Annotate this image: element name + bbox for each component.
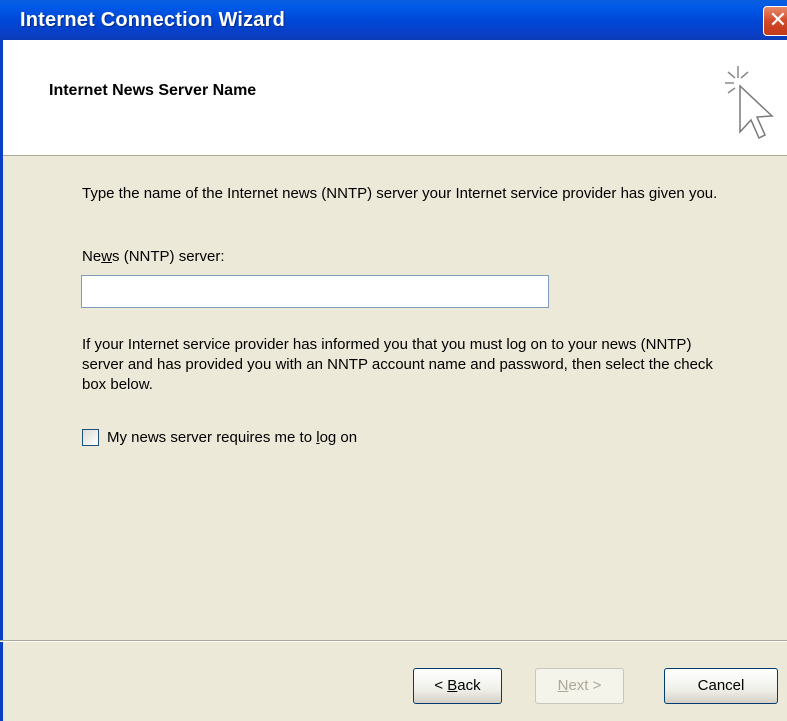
news-server-input[interactable] [81, 275, 549, 308]
back-button[interactable]: < Back [413, 668, 502, 704]
intro-text: Type the name of the Internet news (NNTP… [82, 185, 718, 202]
checkbox-label-part: My news server requires me to [107, 429, 317, 446]
header-panel: Internet News Server Name [0, 40, 787, 156]
checkbox-label-part: og on [319, 429, 358, 446]
window-title: Internet Connection Wizard [20, 9, 286, 31]
window-left-border [0, 40, 3, 721]
page-title: Internet News Server Name [49, 82, 257, 99]
next-label-mnemonic: N [557, 677, 569, 694]
next-button[interactable]: Next > [535, 668, 624, 704]
news-server-label: News (NNTP) server: [82, 248, 225, 265]
back-label-part: ack [457, 677, 481, 694]
logon-info-text: If your Internet service provider has in… [82, 336, 713, 393]
footer-separator [0, 640, 787, 642]
label-mnemonic: w [101, 248, 113, 265]
label-part: Ne [82, 248, 102, 265]
wizard-cursor-icon [725, 66, 774, 140]
title-bar[interactable]: Internet Connection Wizard ✕ [0, 0, 787, 40]
back-label-part: < [434, 677, 448, 694]
back-label-mnemonic: B [447, 677, 458, 694]
wizard-window: Internet Connection Wizard ✕ Internet Ne… [0, 0, 787, 721]
cancel-button[interactable]: Cancel [664, 668, 778, 704]
close-icon: ✕ [768, 7, 787, 32]
logon-checkbox[interactable] [82, 429, 99, 446]
label-part: s (NNTP) server: [112, 248, 225, 265]
next-label-part: ext > [568, 677, 602, 694]
logon-checkbox-label[interactable]: My news server requires me to log on [107, 429, 357, 446]
close-button[interactable]: ✕ [763, 6, 787, 36]
